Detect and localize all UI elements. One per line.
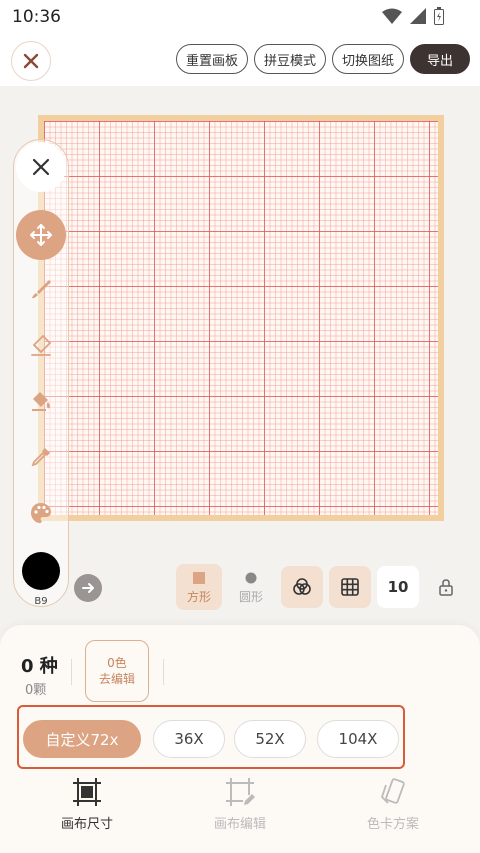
canvas-size-options: 自定义72x 36X 52X 104X (17, 705, 405, 769)
close-icon (32, 158, 50, 176)
size-36x-button[interactable]: 36X (153, 720, 225, 758)
close-tool-button[interactable] (16, 142, 66, 192)
fill-icon (32, 392, 50, 411)
color-count: 0 种 (21, 656, 58, 677)
canvas-frame-icon (73, 778, 101, 806)
move-icon (30, 224, 52, 246)
top-actions: 重置画板 拼豆模式 切换图纸 导出 (175, 44, 470, 74)
bottom-sheet: 0 种 0颗 0色 去编辑 自定义72x 36X 52X 104X 画布尺寸 画… (0, 625, 480, 853)
divider (71, 659, 72, 685)
pen-tool-button[interactable] (16, 264, 66, 314)
tool-palette: B9 (13, 139, 69, 607)
close-button[interactable] (11, 41, 51, 81)
shape-square-label: 方形 (186, 590, 211, 604)
circle-icon (245, 572, 257, 584)
eraser-icon (31, 334, 52, 356)
nav-color-card-label: 色卡方案 (366, 817, 419, 832)
wifi-icon (382, 8, 402, 24)
nav-canvas-size-label: 画布尺寸 (60, 817, 113, 832)
close-icon (23, 53, 39, 69)
color-card-icon (380, 778, 405, 804)
export-button[interactable]: 导出 (409, 44, 470, 74)
status-time: 10:36 (12, 7, 61, 27)
overlap-circles-icon (293, 578, 311, 595)
square-icon (193, 572, 205, 584)
shape-square-option[interactable]: 方形 (176, 564, 222, 610)
picker-tool-button[interactable] (16, 432, 66, 482)
lock-button[interactable] (425, 566, 467, 608)
zoom-level-button[interactable]: 10 (377, 566, 419, 608)
bead-mode-button[interactable]: 拼豆模式 (253, 44, 326, 74)
size-104x-button[interactable]: 104X (317, 720, 399, 758)
color-blend-button[interactable] (281, 566, 323, 608)
eraser-tool-button[interactable] (16, 320, 66, 370)
palette-icon (31, 503, 51, 523)
edit-colors-label: 去编辑 (98, 672, 135, 686)
grid-icon (341, 578, 359, 596)
battery-icon (434, 7, 444, 25)
current-color-code: B9 (34, 596, 48, 607)
zoom-level: 10 (387, 578, 409, 596)
nav-canvas-edit-label: 画布编辑 (213, 817, 266, 832)
nav-canvas-size[interactable]: 画布尺寸 (27, 777, 147, 832)
fill-tool-button[interactable] (16, 376, 66, 426)
grid-canvas[interactable] (44, 121, 438, 515)
nav-canvas-edit[interactable]: 画布编辑 (180, 777, 300, 832)
divider (163, 659, 164, 685)
canvas-area (0, 86, 480, 624)
grid-toggle-button[interactable] (329, 566, 371, 608)
shape-circle-label: 圆形 (238, 590, 263, 604)
shape-circle-option[interactable]: 圆形 (228, 564, 274, 610)
next-color-button[interactable] (74, 574, 102, 602)
pen-icon (32, 280, 51, 299)
nav-color-card[interactable]: 色卡方案 (333, 777, 453, 832)
palette-tool-button[interactable] (16, 488, 66, 538)
eyedropper-icon (31, 448, 50, 467)
edit-colors-count: 0色 (107, 656, 127, 670)
lock-icon (439, 579, 453, 596)
reset-board-button[interactable]: 重置画板 (175, 44, 248, 74)
size-custom-72x-button[interactable]: 自定义72x (23, 720, 141, 758)
bead-board[interactable] (38, 115, 444, 521)
edit-colors-button[interactable]: 0色 去编辑 (85, 640, 149, 702)
signal-icon (410, 8, 426, 24)
current-color-swatch[interactable] (22, 552, 60, 590)
top-bar: 重置画板 拼豆模式 切换图纸 导出 (0, 36, 480, 86)
canvas-edit-icon (226, 778, 255, 806)
arrow-right-icon (82, 583, 94, 593)
size-52x-button[interactable]: 52X (234, 720, 306, 758)
status-bar: 10:36 (0, 0, 480, 36)
bead-count: 0颗 (25, 683, 47, 698)
move-tool-button[interactable] (16, 210, 66, 260)
status-icons (382, 7, 444, 25)
switch-pattern-button[interactable]: 切换图纸 (331, 44, 404, 74)
